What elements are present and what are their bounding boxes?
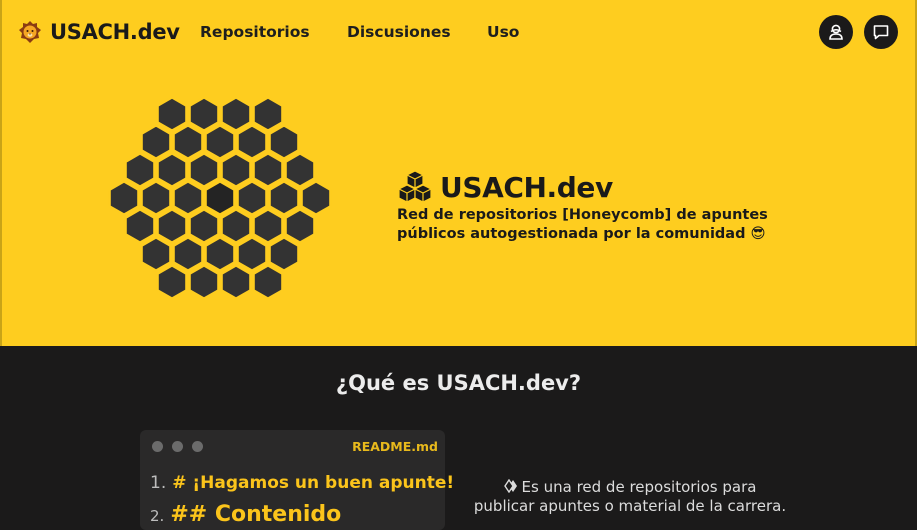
hero-heading: USACH.dev xyxy=(397,170,613,204)
honeycomb-cell xyxy=(268,124,300,160)
honeycomb-cell xyxy=(220,152,252,188)
honeycomb-cell xyxy=(252,264,284,300)
honeycomb-cell xyxy=(220,264,252,300)
honeycomb-cell xyxy=(172,180,204,216)
about-text: Es una red de repositorios para publicar… xyxy=(470,478,790,516)
honeycomb-cell xyxy=(188,208,220,244)
honeycomb-cell xyxy=(172,124,204,160)
window-dot-2 xyxy=(172,441,183,452)
window-dot-1 xyxy=(152,441,163,452)
chat-icon xyxy=(873,25,889,40)
honeycomb-cell xyxy=(300,180,332,216)
honeycomb-cell xyxy=(236,124,268,160)
honeycomb-cell xyxy=(252,152,284,188)
account-button[interactable] xyxy=(819,15,853,49)
code-line: 2. ## Contenido xyxy=(150,502,341,527)
top-navbar: USACH.dev Repositorios Discusiones Uso xyxy=(0,0,917,66)
nav-link-discusiones[interactable]: Discusiones xyxy=(347,23,451,41)
honeycomb-cell xyxy=(284,208,316,244)
chat-button[interactable] xyxy=(864,15,898,49)
hero-description: Red de repositorios [Honeycomb] de apunt… xyxy=(397,206,777,244)
honeycomb-cell xyxy=(252,96,284,132)
honeycomb-cell xyxy=(220,96,252,132)
line-number: 2. xyxy=(150,507,165,525)
lion-icon xyxy=(19,21,41,43)
hero-description-line2: públicos autogestionada por la comunidad… xyxy=(397,226,766,242)
user-icon xyxy=(829,24,843,40)
line-number: 1. xyxy=(150,473,167,493)
cubes-icon xyxy=(398,170,432,203)
brand-logo[interactable]: USACH.dev xyxy=(18,20,180,44)
honeycomb-cell xyxy=(108,180,140,216)
nav-link-uso[interactable]: Uso xyxy=(487,23,519,41)
honeycomb-cell xyxy=(140,236,172,272)
honeycomb-cell xyxy=(236,180,268,216)
hero-description-line1: Red de repositorios [Honeycomb] de apunt… xyxy=(397,207,768,223)
honeycomb-cell xyxy=(124,152,156,188)
honeycomb-cell xyxy=(156,96,188,132)
graph-icon xyxy=(503,479,517,493)
honeycomb-cell xyxy=(220,208,252,244)
code-line: 1. # ¡Hagamos un buen apunte! xyxy=(150,473,454,493)
section-heading: ¿Qué es USACH.dev? xyxy=(335,371,582,395)
honeycomb-graphic xyxy=(108,96,332,300)
nav-link-repositorios[interactable]: Repositorios xyxy=(200,23,310,41)
code-text: ## Contenido xyxy=(170,502,342,527)
editor-filename: README.md xyxy=(352,439,438,454)
honeycomb-cell xyxy=(140,124,172,160)
honeycomb-cell xyxy=(188,96,220,132)
honeycomb-cell xyxy=(156,264,188,300)
honeycomb-cell xyxy=(188,152,220,188)
code-text: # ¡Hagamos un buen apunte! xyxy=(172,473,455,493)
honeycomb-cell xyxy=(236,236,268,272)
honeycomb-cell xyxy=(156,152,188,188)
hero-title: USACH.dev xyxy=(440,170,613,204)
about-text-line1: Es una red de repositorios para xyxy=(521,478,757,496)
honeycomb-cell xyxy=(188,264,220,300)
honeycomb-cell xyxy=(252,208,284,244)
honeycomb-cell xyxy=(204,124,236,160)
honeycomb-cell xyxy=(140,180,172,216)
honeycomb-cell xyxy=(268,236,300,272)
about-text-line2: publicar apuntes o material de la carrer… xyxy=(473,497,787,515)
honeycomb-cell xyxy=(124,208,156,244)
window-dot-3 xyxy=(192,441,203,452)
honeycomb-cell xyxy=(284,152,316,188)
honeycomb-center-cell xyxy=(204,180,236,216)
honeycomb-cell xyxy=(156,208,188,244)
honeycomb-cell xyxy=(204,236,236,272)
honeycomb-cell xyxy=(268,180,300,216)
brand-name: USACH.dev xyxy=(50,20,180,44)
honeycomb-cell xyxy=(172,236,204,272)
